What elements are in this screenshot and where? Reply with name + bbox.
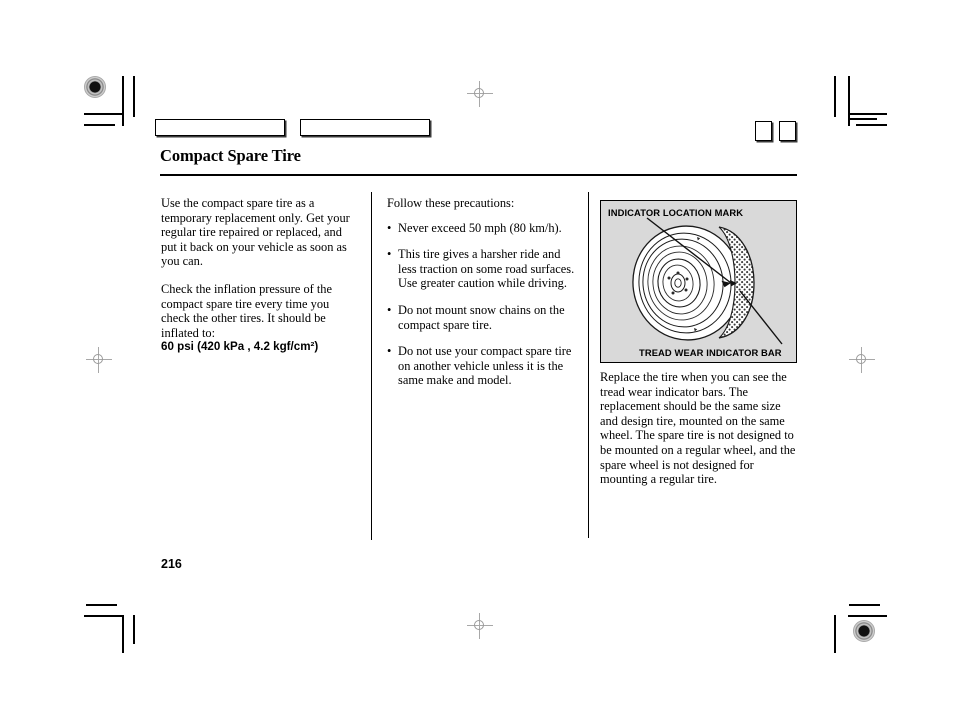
- header-right-dash: [848, 118, 877, 120]
- precautions-list: • Never exceed 50 mph (80 km/h). • This …: [387, 221, 579, 388]
- crop-mark-bottom-left-vertical: [122, 615, 124, 653]
- page-marker-box-1[interactable]: [755, 121, 772, 141]
- middle-column: Follow these precautions: • Never exceed…: [387, 196, 579, 388]
- crop-mark-top-left-vertical: [122, 76, 124, 126]
- registration-crosshair-top: [467, 81, 493, 107]
- crop-mark-bottom-right-horizontal: [848, 615, 887, 617]
- crop-mark-bottom-right-vertical: [834, 615, 836, 653]
- crop-mark-top-right-horizontal-outer: [856, 124, 887, 126]
- inflation-pressure-spec: 60 psi (420 kPa , 4.2 kgf/cm²): [161, 340, 319, 354]
- tire-illustration-svg: [632, 217, 783, 345]
- tire-illustration-figure: INDICATOR LOCATION MARK TREAD WEAR INDIC…: [600, 200, 797, 363]
- figure-label-indicator-location-mark: INDICATOR LOCATION MARK: [608, 207, 744, 218]
- right-paragraph-1: Replace the tire when you can see the tr…: [600, 370, 796, 487]
- left-column: Use the compact spare tire as a temporar…: [161, 196, 358, 355]
- crop-mark-bottom-left-horizontal-outer: [86, 604, 117, 606]
- registration-target-top-left: [84, 76, 106, 98]
- crop-mark-top-left-vertical-outer: [133, 76, 135, 117]
- figure-label-tread-wear-indicator-bar: TREAD WEAR INDICATOR BAR: [639, 347, 782, 358]
- bullet-glyph: •: [387, 344, 392, 359]
- crop-mark-bottom-left-horizontal: [84, 615, 123, 617]
- page-number: 216: [161, 557, 182, 571]
- bullet-glyph: •: [387, 220, 392, 235]
- column-divider-2: [588, 192, 590, 538]
- registration-crosshair-right: [849, 347, 875, 373]
- page-title: Compact Spare Tire: [160, 146, 301, 165]
- left-paragraph-1: Use the compact spare tire as a temporar…: [161, 196, 350, 269]
- bullet-glyph: •: [387, 302, 392, 317]
- list-item-text: This tire gives a harsher ride and less …: [398, 247, 575, 291]
- crop-mark-bottom-left-vertical-outer: [133, 615, 135, 644]
- crop-mark-top-left-horizontal: [84, 113, 123, 115]
- list-item: • This tire gives a harsher ride and les…: [387, 247, 579, 291]
- registration-crosshair-bottom: [467, 613, 493, 639]
- column-divider-1: [371, 192, 373, 540]
- registration-crosshair-left: [86, 347, 112, 373]
- precautions-intro: Follow these precautions:: [387, 196, 515, 210]
- left-paragraph-2: Check the inflation pressure of the comp…: [161, 281, 333, 340]
- right-column: Replace the tire when you can see the tr…: [600, 370, 799, 487]
- section-tab-box-1[interactable]: [155, 119, 285, 136]
- title-underline-rule: [160, 174, 797, 176]
- list-item: • Never exceed 50 mph (80 km/h).: [387, 221, 579, 236]
- bullet-glyph: •: [387, 247, 392, 262]
- registration-target-bottom-right: [853, 620, 875, 642]
- crop-mark-top-right-horizontal: [848, 113, 887, 115]
- list-item: • Do not use your compact spare tire on …: [387, 344, 579, 388]
- list-item-text: Do not use your compact spare tire on an…: [398, 344, 572, 388]
- section-tab-box-2[interactable]: [300, 119, 430, 136]
- crop-mark-top-right-vertical: [834, 76, 836, 117]
- crop-mark-top-left-horizontal-outer: [84, 124, 115, 126]
- list-item: • Do not mount snow chains on the compac…: [387, 303, 579, 332]
- page-marker-box-2[interactable]: [779, 121, 796, 141]
- list-item-text: Do not mount snow chains on the compact …: [398, 302, 565, 332]
- crop-mark-bottom-right-horizontal-outer: [849, 604, 880, 606]
- list-item-text: Never exceed 50 mph (80 km/h).: [398, 220, 562, 235]
